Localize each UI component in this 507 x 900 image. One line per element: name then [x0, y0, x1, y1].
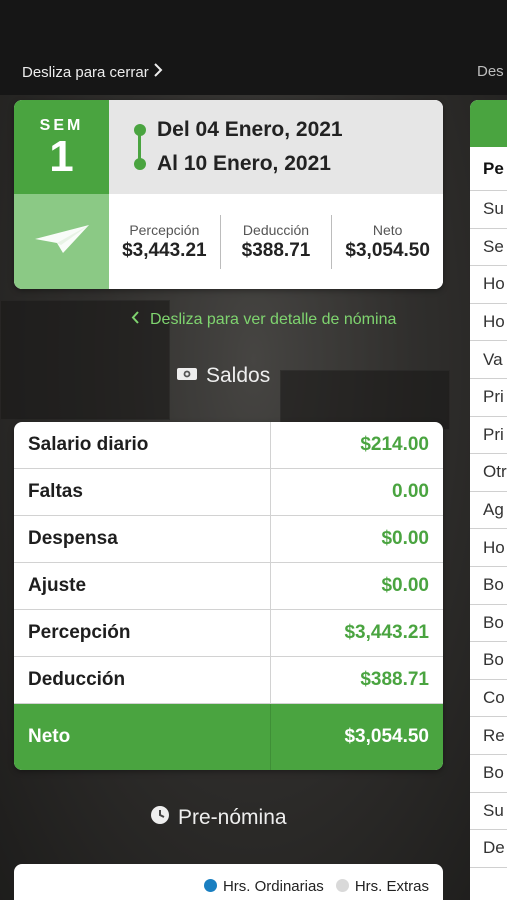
peek-column-header: Pe: [470, 147, 507, 191]
row-value: $0.00: [381, 528, 429, 549]
date-from: Del 04 Enero, 2021: [157, 118, 343, 141]
table-row: Percepción $3,443.21: [14, 610, 443, 657]
row-label: Salario diario: [14, 422, 271, 468]
table-row: Salario diario $214.00: [14, 422, 443, 469]
row-label: Ajuste: [14, 563, 271, 609]
row-value: $388.71: [360, 669, 429, 690]
list-item: De: [470, 830, 507, 868]
total-value: $388.71: [241, 239, 311, 261]
list-item: Ho: [470, 266, 507, 304]
next-card-peek[interactable]: Pe Su Se Ho Ho Va Pri Pri Otr Ag Ho Bo B…: [470, 100, 507, 900]
row-label: Percepción: [14, 610, 271, 656]
total-label: Neto: [372, 221, 403, 238]
week-totals: Percepción $3,443.21 Deducción $388.71 N…: [109, 194, 443, 289]
legend-label: Hrs. Ordinarias: [222, 878, 324, 895]
balances-title: Saldos: [176, 364, 270, 388]
prenomina-chart-card: Hrs. Ordinarias Hrs. Extras: [14, 864, 443, 900]
row-value: 0.00: [392, 481, 429, 502]
swipe-close-label: Desliza para cerrar: [22, 63, 149, 81]
total-perception: Percepción $3,443.21: [109, 222, 220, 262]
paper-plane-icon: [33, 221, 91, 262]
list-item: Pri: [470, 417, 507, 455]
table-row: Ajuste $0.00: [14, 563, 443, 610]
swipe-detail-label: Desliza para ver detalle de nómina: [150, 311, 397, 328]
row-value: $3,443.21: [344, 622, 429, 643]
total-label: Percepción: [129, 221, 200, 238]
row-value: $0.00: [381, 575, 429, 596]
balances-title-text: Saldos: [206, 364, 271, 387]
list-item: Re: [470, 717, 507, 755]
table-row: Faltas 0.00: [14, 469, 443, 516]
week-number: 1: [49, 132, 74, 181]
clock-icon: [150, 805, 170, 831]
send-receipt-button[interactable]: [14, 194, 109, 289]
peek-header-bar: [470, 100, 507, 147]
row-label: Despensa: [14, 516, 271, 562]
total-value: $3,054.50: [345, 239, 430, 261]
list-item: Va: [470, 341, 507, 379]
swipe-close-hint[interactable]: Desliza para cerrar: [22, 63, 163, 81]
total-deduction: Deducción $388.71: [221, 222, 332, 262]
net-row: Neto $3,054.50: [14, 704, 443, 770]
week-dates: Del 04 Enero, 2021 Al 10 Enero, 2021: [109, 100, 443, 194]
list-item: Su Se: [470, 793, 507, 831]
total-value: $3,443.21: [122, 239, 207, 261]
timeline-end-dot: [134, 158, 146, 170]
legend-item-ordinary[interactable]: Hrs. Ordinarias: [203, 878, 324, 895]
net-value: $3,054.50: [344, 726, 429, 747]
legend-label: Hrs. Extras: [354, 878, 429, 895]
list-item: Bo: [470, 642, 507, 680]
row-value: $214.00: [360, 434, 429, 455]
list-item: Ag: [470, 492, 507, 530]
list-item: Pri: [470, 379, 507, 417]
legend-dot: [335, 879, 349, 892]
prenomina-title-text: Pre-nómina: [178, 806, 287, 829]
chart-legend: Hrs. Ordinarias Hrs. Extras: [203, 878, 429, 895]
total-net: Neto $3,054.50: [332, 222, 443, 262]
swipe-detail-hint[interactable]: Desliza para ver detalle de nómina: [131, 311, 396, 329]
week-summary-card[interactable]: SEM 1 Del 04 Enero, 2021 Al 10 Enero, 20…: [14, 100, 443, 289]
legend-item-extras[interactable]: Hrs. Extras: [335, 878, 429, 895]
balances-table: Salario diario $214.00 Faltas 0.00 Despe…: [14, 422, 443, 770]
list-item: Su: [470, 191, 507, 229]
list-item: Ho: [470, 529, 507, 567]
net-label: Neto: [14, 704, 271, 770]
table-row: Despensa $0.00: [14, 516, 443, 563]
chevron-right-icon: [153, 63, 163, 81]
date-to: Al 10 Enero, 2021: [157, 152, 331, 175]
money-icon: [176, 364, 198, 388]
list-item: Bo: [470, 755, 507, 793]
table-row: Deducción $388.71: [14, 657, 443, 704]
list-item: Otr: [470, 454, 507, 492]
next-card-hint: Des: [477, 63, 504, 80]
list-item: Se: [470, 229, 507, 267]
prenomina-title: Pre-nómina: [150, 805, 287, 831]
list-item: Bo: [470, 605, 507, 643]
list-item: Bo: [470, 567, 507, 605]
week-badge: SEM 1: [14, 100, 109, 194]
chevron-left-icon: [131, 311, 140, 329]
list-item: Co: [470, 680, 507, 718]
row-label: Deducción: [14, 657, 271, 703]
total-label: Deducción: [242, 221, 310, 238]
list-item: Ho: [470, 304, 507, 342]
row-label: Faltas: [14, 469, 271, 515]
legend-dot: [203, 879, 217, 892]
